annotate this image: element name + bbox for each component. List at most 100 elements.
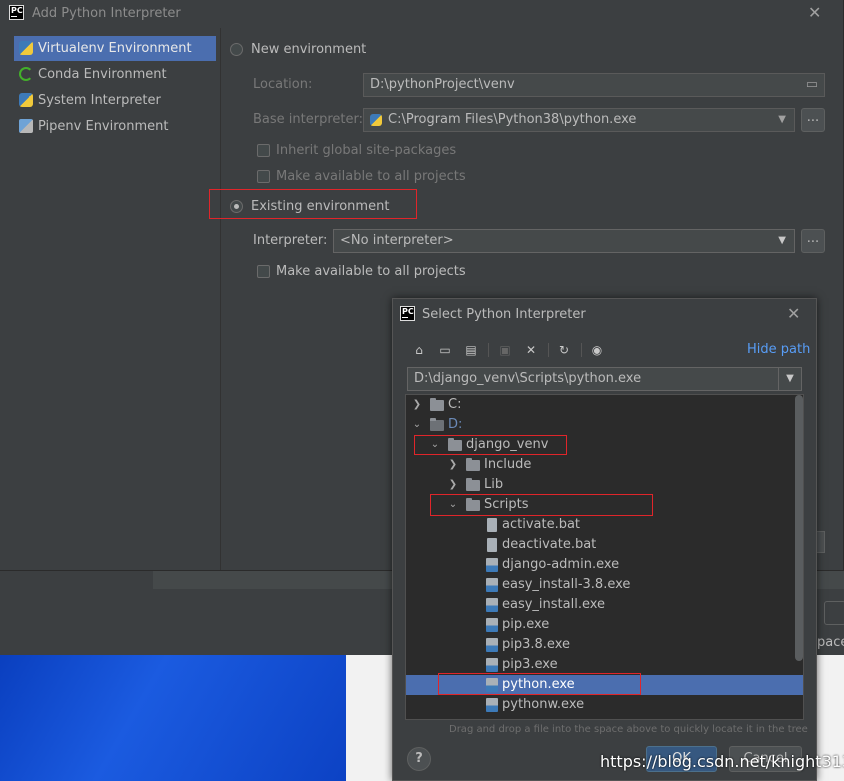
desktop-icon[interactable]: ▭	[436, 341, 454, 359]
project-folder-icon[interactable]: ▤	[462, 341, 480, 359]
hide-path-link[interactable]: Hide path	[747, 342, 810, 357]
existing-environment-label: Existing environment	[251, 199, 390, 214]
tree-row-file[interactable]: pip3.exe	[406, 655, 796, 675]
chevron-down-icon[interactable]: ▼	[778, 368, 801, 390]
env-type-system[interactable]: System Interpreter	[14, 88, 216, 113]
path-value: D:\django_venv\Scripts\python.exe	[414, 371, 642, 386]
tree-row-c[interactable]: ❯ C:	[406, 395, 796, 415]
toolbar-separator	[488, 343, 489, 357]
tree-row-file[interactable]: pythonw.exe	[406, 695, 796, 715]
tree-row-file[interactable]: activate.bat	[406, 515, 796, 535]
drag-drop-hint: Drag and drop a file into the space abov…	[449, 724, 808, 735]
close-icon[interactable]: ✕	[787, 304, 800, 323]
help-button[interactable]: ?	[407, 747, 431, 771]
home-icon[interactable]: ⌂	[410, 341, 428, 359]
conda-icon	[19, 67, 33, 81]
environment-type-list: Virtualenv Environment Conda Environment…	[0, 28, 221, 570]
tree-label: C:	[448, 397, 462, 412]
tree-row-file[interactable]: pip.exe	[406, 615, 796, 635]
tree-row-include[interactable]: ❯ Include	[406, 455, 796, 475]
base-interpreter-label: Base interpreter:	[253, 112, 363, 127]
interpreter-value: <No interpreter>	[340, 233, 454, 248]
new-env-make-available-label: Make available to all projects	[276, 169, 466, 184]
env-type-pipenv[interactable]: Pipenv Environment	[14, 114, 216, 139]
delete-icon[interactable]: ✕	[522, 341, 540, 359]
tree-label: Include	[484, 457, 532, 472]
tree-row-file[interactable]: easy_install-3.8.exe	[406, 575, 796, 595]
chevron-down-icon[interactable]: ⌄	[412, 415, 422, 435]
new-env-make-available-checkbox[interactable]	[257, 170, 270, 183]
folder-icon	[466, 458, 480, 471]
existing-env-make-available-checkbox[interactable]	[257, 265, 270, 278]
chevron-right-icon[interactable]: ❯	[448, 455, 458, 475]
tree-label: pythonw.exe	[502, 697, 585, 712]
base-interpreter-select[interactable]: C:\Program Files\Python38\python.exe ▼	[363, 108, 795, 132]
pycharm-logo-icon: PC	[400, 306, 415, 321]
tree-label: pip3.8.exe	[502, 637, 570, 652]
tree-row-file[interactable]: django-admin.exe	[406, 555, 796, 575]
tree-row-file[interactable]: pip3.8.exe	[406, 635, 796, 655]
pycharm-logo-icon: PC	[9, 5, 24, 20]
python-icon	[19, 41, 33, 55]
pipenv-icon	[19, 119, 33, 133]
tree-label: Lib	[484, 477, 504, 492]
env-type-label: Virtualenv Environment	[38, 41, 192, 56]
existing-environment-radio[interactable]	[230, 200, 243, 213]
python-icon	[19, 93, 33, 107]
bat-file-icon	[487, 518, 497, 532]
env-type-virtualenv[interactable]: Virtualenv Environment	[14, 36, 216, 61]
tree-label: activate.bat	[502, 517, 581, 532]
python-exe-icon	[486, 578, 498, 592]
interpreter-select[interactable]: <No interpreter> ▼	[333, 229, 795, 253]
chevron-right-icon[interactable]: ❯	[412, 395, 422, 415]
drive-icon	[430, 418, 444, 431]
toolbar-separator	[548, 343, 549, 357]
env-type-conda[interactable]: Conda Environment	[14, 62, 216, 87]
env-type-label: System Interpreter	[38, 93, 161, 108]
interpreter-label: Interpreter:	[253, 233, 328, 248]
python-exe-icon	[486, 658, 498, 672]
chevron-down-icon: ▼	[778, 114, 786, 125]
python-exe-icon	[486, 598, 498, 612]
folder-browse-icon[interactable]: ▭	[806, 74, 818, 96]
toolbar-separator	[581, 343, 582, 357]
close-icon[interactable]: ✕	[808, 3, 821, 22]
env-type-label: Pipenv Environment	[38, 119, 169, 134]
path-field[interactable]: D:\django_venv\Scripts\python.exe ▼	[407, 367, 802, 391]
refresh-icon[interactable]: ↻	[555, 341, 573, 359]
tree-row-file[interactable]: easy_install.exe	[406, 595, 796, 615]
location-field[interactable]: D:\pythonProject\venv ▭	[363, 73, 825, 97]
tree-row-d[interactable]: ⌄ D:	[406, 415, 796, 435]
location-value: D:\pythonProject\venv	[370, 77, 515, 92]
env-type-label: Conda Environment	[38, 67, 167, 82]
django-venv-highlight	[414, 435, 567, 455]
bat-file-icon	[487, 538, 497, 552]
existing-env-make-available-label: Make available to all projects	[276, 264, 466, 279]
python-exe-icon	[486, 698, 498, 712]
folder-icon	[466, 478, 480, 491]
new-folder-icon[interactable]: ▣	[496, 341, 514, 359]
base-interpreter-value: C:\Program Files\Python38\python.exe	[388, 112, 637, 127]
file-chooser-toolbar: ⌂ ▭ ▤ ▣ ✕ ↻ ◉	[410, 341, 610, 359]
desktop-wallpaper	[0, 655, 346, 781]
tree-label: easy_install-3.8.exe	[502, 577, 631, 592]
tree-row-lib[interactable]: ❯ Lib	[406, 475, 796, 495]
interpreter-browse-button[interactable]: ...	[801, 229, 825, 253]
show-hidden-icon[interactable]: ◉	[588, 341, 606, 359]
dialog-title: Select Python Interpreter	[422, 307, 586, 322]
tree-scrollbar[interactable]	[795, 395, 803, 661]
python-icon	[370, 114, 382, 126]
chevron-down-icon: ▼	[778, 235, 786, 246]
python-exe-highlight	[438, 673, 641, 695]
inherit-site-packages-checkbox[interactable]	[257, 144, 270, 157]
scripts-highlight	[430, 494, 653, 516]
partial-field	[824, 601, 844, 625]
tree-label: django-admin.exe	[502, 557, 620, 572]
chevron-right-icon[interactable]: ❯	[448, 475, 458, 495]
python-exe-icon	[486, 618, 498, 632]
new-environment-radio[interactable]	[230, 43, 243, 56]
tree-label: deactivate.bat	[502, 537, 597, 552]
tree-row-file[interactable]: deactivate.bat	[406, 535, 796, 555]
base-interpreter-browse-button[interactable]: ...	[801, 108, 825, 132]
python-exe-icon	[486, 558, 498, 572]
